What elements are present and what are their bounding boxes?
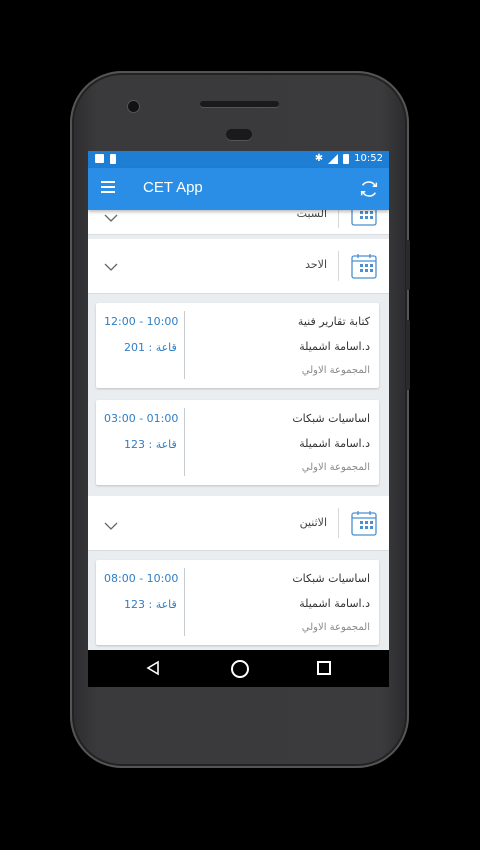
refresh-icon[interactable]	[358, 178, 380, 200]
screen: ✱ 10:52 CET App السبت الاحد 12:00 - 10:0…	[88, 151, 389, 687]
card-divider	[184, 568, 185, 636]
group-name: المجموعة الاولي	[301, 365, 370, 376]
card-divider	[184, 311, 185, 379]
day-header-monday[interactable]: الاثنين	[88, 496, 389, 551]
lecture-card[interactable]: 08:00 - 10:00 قاعة : 123 اساسيات شبكات د…	[96, 560, 379, 645]
day-name: الاحد	[305, 258, 327, 271]
course-name: اساسيات شبكات	[292, 412, 370, 425]
home-icon[interactable]	[231, 660, 249, 678]
lecture-time: 08:00 - 10:00	[104, 572, 179, 585]
schedule-list[interactable]: السبت الاحد 12:00 - 10:00 قاعة: 201 كتا…	[88, 210, 389, 650]
divider	[338, 508, 339, 538]
lecture-card[interactable]: 03:00 - 01:00 قاعة : 123 اساسيات شبكات د…	[96, 400, 379, 485]
day-header-saturday[interactable]: السبت	[88, 210, 389, 235]
chevron-down-icon	[104, 522, 118, 530]
system-nav-bar	[88, 650, 389, 687]
earpiece-speaker	[200, 101, 279, 107]
proximity-sensor	[226, 129, 252, 140]
calendar-icon	[351, 511, 377, 536]
image-notification-icon	[95, 154, 104, 163]
divider	[338, 210, 339, 228]
teacher-name: د.اسامة اشميلة	[299, 597, 370, 610]
teacher-name: د.اسامة اشميلة	[299, 437, 370, 450]
day-header-sunday[interactable]: الاحد	[88, 239, 389, 294]
hamburger-icon[interactable]	[101, 181, 115, 193]
day-name: الاثنين	[299, 516, 327, 529]
lecture-time: 12:00 - 10:00	[104, 315, 179, 328]
calendar-icon	[351, 210, 377, 226]
volume-button	[406, 320, 410, 390]
status-bar: ✱ 10:52	[88, 151, 389, 168]
bluetooth-icon: ✱	[314, 153, 324, 164]
chevron-down-icon	[104, 263, 118, 271]
teacher-name: د.اسامة اشميلة	[299, 340, 370, 353]
course-name: كتابة تقارير فنية	[297, 315, 370, 328]
app-title: CET App	[143, 179, 203, 196]
lecture-time: 03:00 - 01:00	[104, 412, 179, 425]
chevron-down-icon	[104, 214, 118, 222]
group-name: المجموعة الاولي	[301, 622, 370, 633]
course-name: اساسيات شبكات	[292, 572, 370, 585]
status-time: 10:52	[354, 153, 383, 164]
lecture-room: قاعة : 123	[124, 598, 177, 611]
recent-apps-icon[interactable]	[317, 661, 331, 675]
lecture-room: قاعة : 123	[124, 438, 177, 451]
back-icon[interactable]	[145, 660, 161, 676]
power-button	[406, 240, 410, 290]
lecture-room: قاعة : 201	[124, 341, 177, 354]
calendar-icon	[351, 254, 377, 279]
app-bar: CET App	[88, 168, 389, 210]
front-camera	[128, 101, 139, 112]
day-name: السبت	[296, 210, 327, 220]
lecture-card[interactable]: 12:00 - 10:00 قاعة : 201 كتابة تقارير فن…	[96, 303, 379, 388]
device-notification-icon	[110, 154, 116, 164]
signal-icon	[328, 153, 339, 164]
battery-icon	[343, 153, 350, 164]
divider	[338, 251, 339, 281]
group-name: المجموعة الاولي	[301, 462, 370, 473]
card-divider	[184, 408, 185, 476]
